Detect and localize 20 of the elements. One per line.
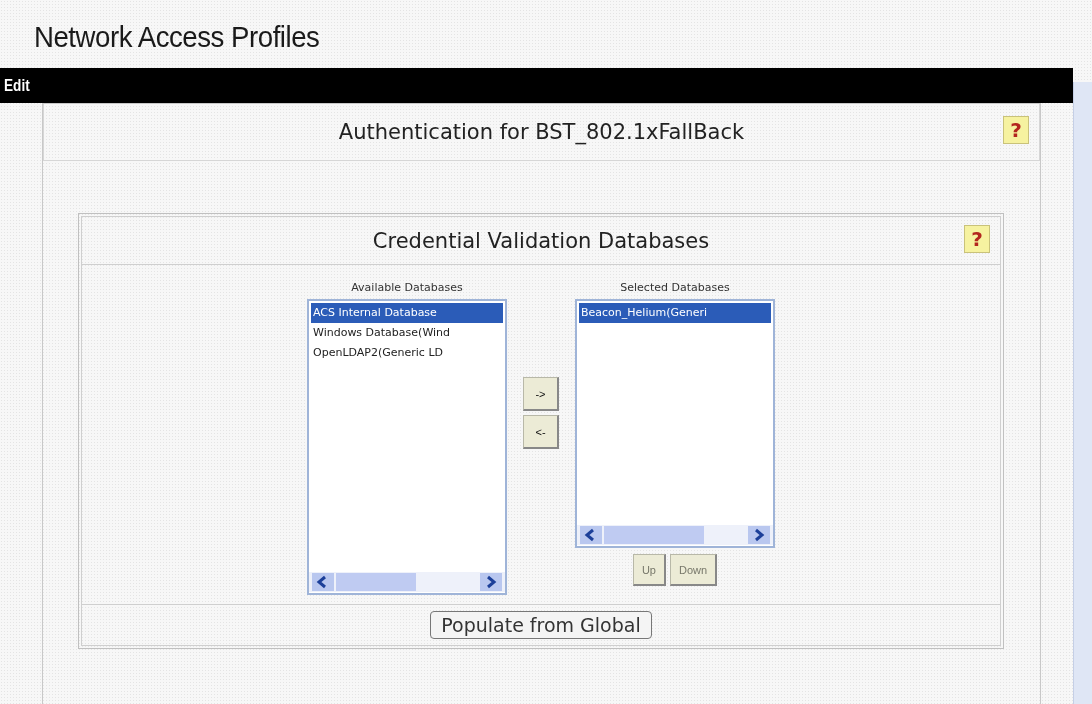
list-item[interactable]: Windows Database(Wind	[311, 323, 503, 343]
list-item[interactable]: ACS Internal Database	[311, 303, 503, 323]
horizontal-scrollbar[interactable]	[309, 571, 505, 593]
page-title: Network Access Profiles	[34, 20, 321, 54]
vertical-scrollbar[interactable]	[1073, 82, 1092, 704]
database-list[interactable]: ACS Internal Database Windows Database(Wind OpenLDAP2(Generic LD	[307, 299, 507, 595]
help-button[interactable]: ?	[964, 225, 990, 253]
help-button[interactable]: ?	[1003, 116, 1029, 144]
move-button[interactable]: ->	[523, 377, 559, 411]
list-label: Selected Databases	[620, 281, 730, 294]
section-title: Credential Validation Databases	[372, 228, 710, 253]
list-item[interactable]: Beacon_Helium(Generi	[579, 303, 771, 323]
list-label: Available Databases	[351, 281, 463, 294]
populate-button[interactable]: Populate from Global	[430, 611, 652, 639]
move-button[interactable]: <-	[523, 415, 559, 449]
database-list[interactable]: Beacon_Helium(Generi	[575, 299, 775, 548]
panel-title: Authentication for BST_802.1xFallBack	[338, 120, 745, 144]
list-item[interactable]: OpenLDAP2(Generic LD	[311, 343, 503, 363]
edit-menu[interactable]: Edit	[4, 75, 30, 96]
horizontal-scrollbar[interactable]	[577, 524, 773, 546]
